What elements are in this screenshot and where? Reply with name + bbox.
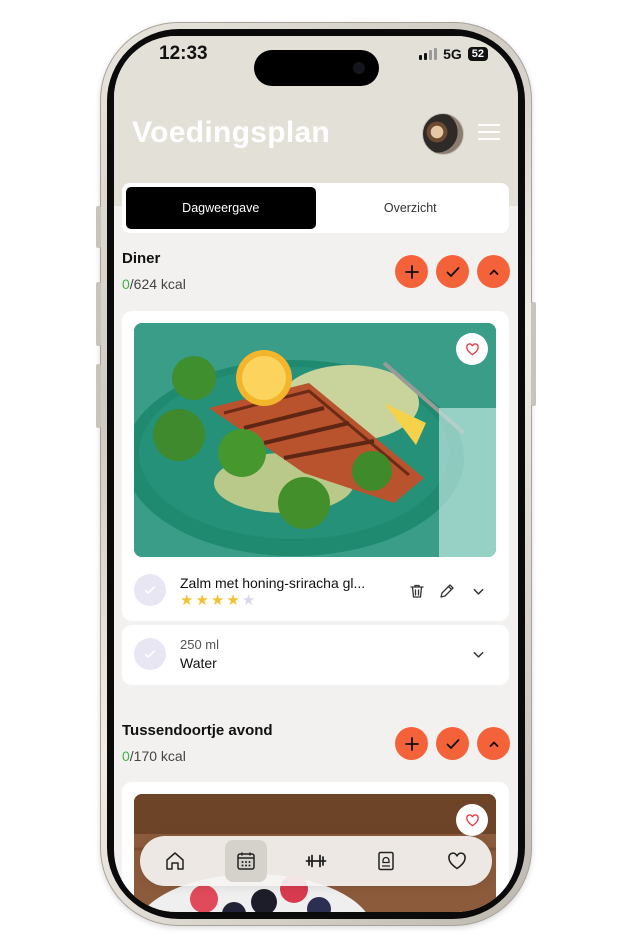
check-icon — [446, 738, 459, 749]
battery-icon: 52 — [467, 47, 488, 61]
trash-icon — [410, 584, 424, 598]
plus-icon — [404, 736, 419, 751]
edit-button[interactable] — [436, 580, 458, 602]
heart-icon — [465, 342, 479, 355]
drink-card: 250 ml Water — [122, 625, 509, 685]
check-icon — [144, 650, 156, 658]
expand-meal-button[interactable] — [467, 580, 489, 602]
status-indicators: 5G 52 — [419, 46, 488, 62]
star-icon: ★ — [180, 592, 194, 609]
plus-icon — [404, 264, 419, 279]
drink-amount: 250 ml — [180, 637, 220, 652]
nav-workout[interactable] — [295, 840, 337, 882]
signal-icon — [419, 48, 438, 60]
phone-power-button — [531, 302, 536, 406]
star-icon: ★ — [195, 592, 209, 609]
kcal-total: /170 kcal — [129, 748, 186, 764]
collapse-button[interactable] — [477, 727, 510, 760]
meal-name[interactable]: Zalm met honing-sriracha gl... — [180, 575, 365, 591]
calendar-icon — [236, 852, 255, 870]
phone-volume-up — [96, 282, 101, 346]
drink-check-button[interactable] — [134, 638, 166, 670]
delete-button[interactable] — [406, 580, 428, 602]
tab-overzicht[interactable]: Overzicht — [316, 187, 506, 229]
drink-name[interactable]: Water — [180, 655, 217, 671]
nav-home[interactable] — [154, 840, 196, 882]
kcal-eaten: 0 — [122, 748, 130, 764]
expand-drink-button[interactable] — [467, 643, 489, 665]
heart-icon — [465, 813, 479, 826]
heart-icon — [447, 852, 466, 870]
meal-card: Zalm met honing-sriracha gl... ★ ★ ★ ★ ★ — [122, 311, 509, 621]
phone-side-button — [96, 206, 101, 248]
section-title-snack: Tussendoortje avond — [122, 722, 273, 739]
avatar[interactable] — [422, 113, 464, 155]
pencil-icon — [440, 584, 454, 598]
add-button[interactable] — [395, 727, 428, 760]
app-screen: 12:33 5G 52 Voedingsplan Dagweergave Ove… — [114, 36, 518, 912]
recipe-book-icon — [378, 851, 395, 871]
section-actions-diner — [395, 255, 510, 288]
complete-button[interactable] — [436, 727, 469, 760]
chevron-up-icon — [489, 741, 498, 747]
phone-volume-down — [96, 364, 101, 428]
tab-dagweergave[interactable]: Dagweergave — [126, 187, 316, 229]
chevron-down-icon — [473, 651, 483, 658]
check-icon — [446, 266, 459, 277]
salmon-dish-image — [134, 323, 496, 557]
check-icon — [144, 586, 156, 594]
meal-check-button[interactable] — [134, 574, 166, 606]
kcal-eaten: 0 — [122, 276, 130, 292]
star-icon: ★ — [210, 592, 225, 609]
dynamic-island — [254, 50, 379, 86]
view-tabs: Dagweergave Overzicht — [122, 183, 509, 233]
star-icon: ★ — [241, 592, 256, 609]
section-actions-snack — [395, 727, 510, 760]
nav-calendar[interactable] — [224, 840, 267, 882]
chevron-up-icon — [489, 269, 498, 275]
meal-rating[interactable]: ★ ★ ★ ★ ★ — [180, 593, 255, 608]
bottom-nav — [140, 836, 492, 886]
section-title-diner: Diner — [122, 250, 161, 267]
network-label: 5G — [443, 46, 462, 62]
favorite-button[interactable] — [456, 333, 488, 365]
star-icon: ★ — [226, 592, 240, 609]
favorite-button[interactable] — [456, 804, 488, 836]
dumbbell-icon — [305, 854, 327, 868]
home-icon — [166, 852, 184, 870]
add-button[interactable] — [395, 255, 428, 288]
nav-recipes[interactable] — [365, 840, 407, 882]
page-title: Voedingsplan — [132, 116, 331, 149]
collapse-button[interactable] — [477, 255, 510, 288]
kcal-counter-snack: 0/170 kcal — [122, 748, 186, 764]
status-time: 12:33 — [159, 43, 208, 64]
chevron-down-icon — [473, 588, 483, 595]
kcal-counter-diner: 0/624 kcal — [122, 276, 186, 292]
menu-icon[interactable] — [478, 124, 500, 142]
camera-dot — [353, 62, 365, 74]
kcal-total: /624 kcal — [129, 276, 186, 292]
complete-button[interactable] — [436, 255, 469, 288]
meal-photo[interactable] — [134, 323, 496, 557]
nav-favorites[interactable] — [436, 840, 478, 882]
